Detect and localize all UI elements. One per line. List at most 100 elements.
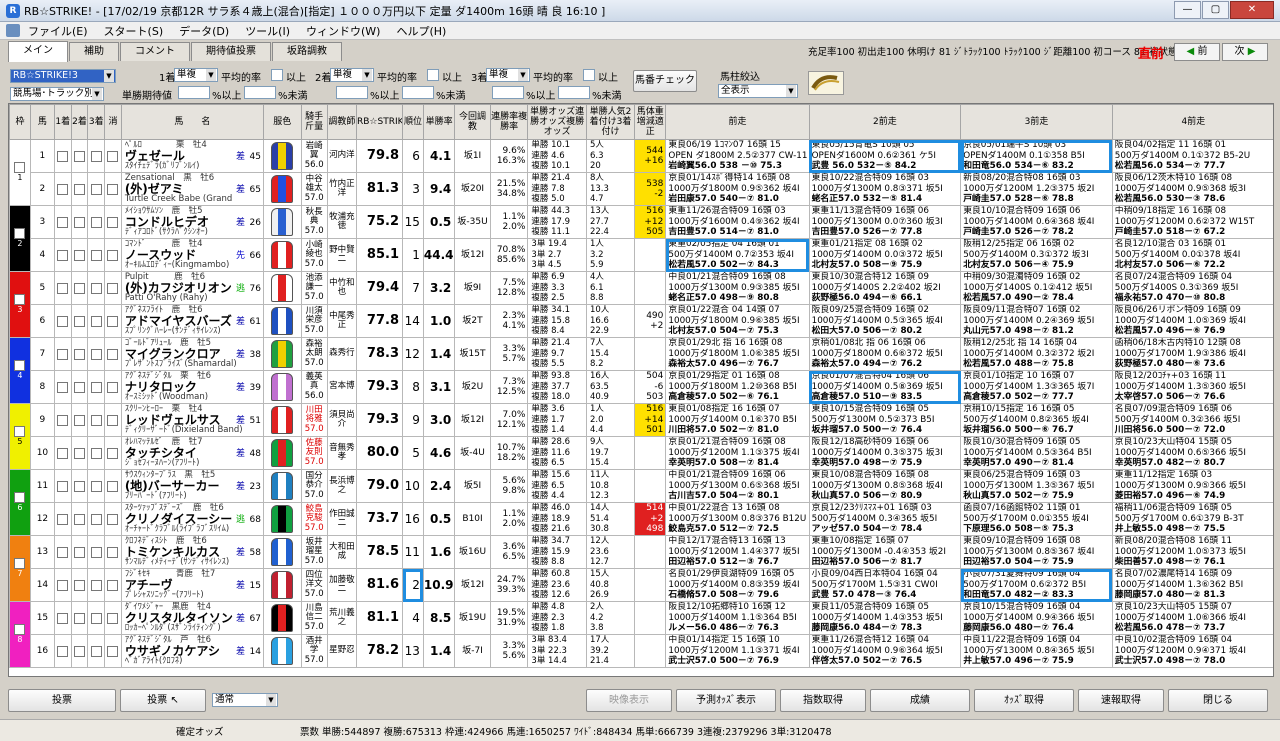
vote-arrow-button[interactable]: 投票 ↖ xyxy=(120,689,206,712)
table-row[interactable]: 6 ｱｸﾞﾈｽﾌﾗｲﾄ 鹿 牡6 アドマイヤスバーズ ｽﾌﾟﾘﾝｸﾞﾊｰﾚｰ(ｻﾝﾃﾞ… xyxy=(10,304,1273,338)
mark-3rd-checkbox[interactable] xyxy=(90,348,102,360)
erase-checkbox[interactable] xyxy=(107,414,119,426)
past-race-p2[interactable]: 東重10/08指定 16頭 07 1000万ダ1300M -0.4④353 坂2I… xyxy=(808,535,962,569)
mark-3rd-checkbox[interactable] xyxy=(90,513,102,525)
waku-checkbox[interactable] xyxy=(14,557,26,569)
odds-fetch-button[interactable]: ｵｯｽﾞ取得 xyxy=(974,689,1074,712)
past-race-p3[interactable]: 新良08/20混合特08 16頭 03 1000万ダ1200M 1.2③375 坂… xyxy=(960,172,1113,206)
menu-file[interactable]: ファイル(E) xyxy=(20,23,96,39)
table-row[interactable]: 7 13 ｸﾛﾌﾈﾃﾞｨｽｼﾄ 鹿 牡6 トミケンキルカス ｻﾝﾏﾙﾃﾞｨﾒﾃｨｰﾃﾞ(… xyxy=(9,535,1273,602)
horse-name-cell[interactable]: Pulpit 鹿 牡6 (外)カフジオリオン Patti O'Rahy (Rahy)… xyxy=(120,271,264,305)
mark-2nd-checkbox[interactable] xyxy=(74,216,86,228)
table-row[interactable]: 6 11 ｻｳｽｳｨﾝﾀｰﾌﾞﾗｽ 黒 牡5 (地)バーサーカー ﾌﾘｰﾊﾞｰﾄﾞ(ｱﾌ… xyxy=(9,469,1273,536)
past-race-p3[interactable]: 阪良09/11混合特07 16頭 02 1000万ダ1400M 0.2④369 坂… xyxy=(960,304,1113,338)
tab-sub[interactable]: 補助 xyxy=(69,42,119,61)
mark-1st-checkbox[interactable] xyxy=(57,513,69,525)
col-rider[interactable]: 騎手斤量 xyxy=(300,104,328,140)
mark-3rd-checkbox[interactable] xyxy=(90,282,102,294)
erase-checkbox[interactable] xyxy=(107,216,119,228)
past-race-p4[interactable]: 阪良06/12茨木特10 16頭 08 1000万ダ1400M 0.9⑤368 坂… xyxy=(1111,172,1273,206)
past-race-p1[interactable]: 中良12/17混合特13 16頭 13 1000万ダ1200M 1.4④377 坂… xyxy=(665,535,810,569)
waku-cell[interactable]: 8 xyxy=(9,601,31,668)
past-race-p1[interactable]: 京良01/14ｽﾎﾞ得特14 16頭 08 1000万ダ1800M 0.9⑤362… xyxy=(665,172,810,206)
col-trainer[interactable]: 調教師 xyxy=(326,104,358,140)
erase-checkbox[interactable] xyxy=(107,381,119,393)
mark-1st-checkbox[interactable] xyxy=(57,546,69,558)
horse-name-cell[interactable]: ｻｳｽｳｨﾝﾀｰﾌﾞﾗｽ 黒 牡5 (地)バーサーカー ﾌﾘｰﾊﾞｰﾄﾞ(ｱﾌﾘｰﾄ… xyxy=(120,469,264,503)
erase-checkbox[interactable] xyxy=(107,513,119,525)
past-race-p3[interactable]: 東良06/25混合特09 16頭 03 1000万ダ1300M 1.3⑤367 坂… xyxy=(960,469,1113,503)
mark-2nd-checkbox[interactable] xyxy=(74,348,86,360)
mark-3rd-checkbox[interactable] xyxy=(90,645,102,657)
mark-1st-checkbox[interactable] xyxy=(57,150,69,162)
waku-checkbox[interactable] xyxy=(14,293,26,305)
results-button[interactable]: 成績 xyxy=(870,689,970,712)
past-race-p3[interactable]: 中良11/22混合特09 16頭 04 1000万ダ1300M 0.8④365 坂… xyxy=(960,634,1113,668)
col-past2[interactable]: 2前走 xyxy=(808,104,962,140)
past-race-p1[interactable]: 中良01/22混合 13 16頭 08 1000万ダ1300M 0.8③376 B… xyxy=(665,502,810,536)
past-race-p1[interactable]: 京良01/22混合 04 14頭 07 1000万ダ1800M 0.9⑥385 坂… xyxy=(665,304,810,338)
table-row[interactable]: 10 ｵﾚﾊﾏｯﾃﾙｾﾞ 鹿 牡7 タッチシタイ ｼﾞｮｾﾌｨｰﾇﾊｰﾝ(ｱﾌﾘｰﾄ)… xyxy=(10,436,1273,470)
menu-app-icon[interactable] xyxy=(6,24,20,37)
past-race-p1[interactable]: 東良01/08指定 16 16頭 07 1000万ダ1400M 0.1⑥370 B… xyxy=(665,403,810,437)
table-row[interactable]: 3 5 Pulpit 鹿 牡6 (外)カフジオリオン Patti O'Rahy (Rah… xyxy=(9,271,1273,338)
mark-2nd-checkbox[interactable] xyxy=(74,150,86,162)
table-row[interactable]: 2 3 ﾒｲｼｮｳｻﾑｿﾝ 鹿 牡5 コンドルヒデオ ﾃﾞｨｱｺﾛﾄﾞ(ｻｸﾗﾊﾞｸｼﾝ… xyxy=(9,205,1273,272)
horse-name-cell[interactable]: ｱｸﾞﾈｽﾃﾞｼﾞﾀﾙ 芦 牡6 ウサギノカケアシ ﾍﾞｶﾞｱﾗｲﾄ(ｸﾛﾌﾈ) 差 1… xyxy=(120,634,264,668)
mark-3rd-checkbox[interactable] xyxy=(90,249,102,261)
mark-3rd-checkbox[interactable] xyxy=(90,381,102,393)
filter-select[interactable]: 全表示 xyxy=(718,84,798,98)
mark-1st-checkbox[interactable] xyxy=(57,612,69,624)
past-race-p2[interactable]: 東良10/22混合特09 16頭 03 1000万ダ1300M 0.8③371 坂… xyxy=(808,172,962,206)
mark-3rd-checkbox[interactable] xyxy=(90,546,102,558)
horse-name-cell[interactable]: ｱｸﾞﾈｽﾌﾗｲﾄ 鹿 牡6 アドマイヤスバーズ ｽﾌﾟﾘﾝｸﾞﾊｰﾚｰ(ｻﾝﾃﾞｨ… xyxy=(120,304,264,338)
col-weight[interactable]: 馬体重増減適正 xyxy=(634,104,667,140)
expect-min-input[interactable] xyxy=(178,86,210,99)
col-2nd[interactable]: 2着 xyxy=(70,104,89,140)
mark-3rd-checkbox[interactable] xyxy=(90,480,102,492)
erase-checkbox[interactable] xyxy=(107,348,119,360)
mark-3rd-checkbox[interactable] xyxy=(90,183,102,195)
past-race-p4[interactable]: 京良10/23大山特05 15頭 07 1000万ダ1400M 1.0⑥366 坂… xyxy=(1111,601,1273,635)
col-waku[interactable]: 枠 xyxy=(9,104,31,140)
col-order[interactable]: 順位 xyxy=(402,104,424,140)
waku-cell[interactable]: 7 xyxy=(9,535,31,602)
past-race-p3[interactable]: 阪良10/30混合特09 16頭 05 1000万ダ1400M 0.5③364 B… xyxy=(960,436,1113,470)
waku-cell[interactable]: 5 xyxy=(9,403,31,470)
mark-1st-checkbox[interactable] xyxy=(57,480,69,492)
past-race-p4[interactable]: 東重11/12指定 16頭 03 1000万ダ1300M 0.9⑤366 坂5I 菱… xyxy=(1111,469,1273,503)
past-race-p1[interactable]: 東良06/19 1ｺﾏﾝ07 16頭 15 OPEN ダ1800M 2.5②377… xyxy=(665,139,810,173)
past-race-p1[interactable]: 中良01/21混合特09 16頭 08 1000万ダ1300M 0.9③385 坂… xyxy=(665,271,810,305)
avg2-checkbox[interactable] xyxy=(427,69,439,81)
waku-checkbox[interactable] xyxy=(14,359,26,371)
past-race-p3[interactable]: 京良10/15混合特09 16頭 04 1000万ダ1400M 0.9④366 坂… xyxy=(960,601,1113,635)
mark-2nd-checkbox[interactable] xyxy=(74,315,86,327)
mark-1st-checkbox[interactable] xyxy=(57,249,69,261)
past-race-p2[interactable]: 東良10/08混合特09 16頭 08 1000万ダ1300M 0.8⑤368 坂… xyxy=(808,469,962,503)
mark-2nd-checkbox[interactable] xyxy=(74,645,86,657)
col-erase[interactable]: 消 xyxy=(104,104,122,140)
mark-3rd-checkbox[interactable] xyxy=(90,150,102,162)
menu-start[interactable]: スタート(S) xyxy=(96,23,172,39)
horse-name-cell[interactable]: ｽﾀｰﾂｧｯﾌﾟｽﾃﾞｰｽﾞ 鹿 牡6 クリノダイスーシー ｵｰﾁｬｰﾄﾞｸﾗﾌﾞﾙ… xyxy=(120,502,264,536)
bet1-select[interactable]: 単複 xyxy=(174,68,218,82)
table-row[interactable]: 1 1 ﾍﾟﾙﾛ 栗 牡4 ヴェゼール ｽﾀｲﾁｪﾃﾞﾗ(ｶﾞﾘﾌﾞﾝﾙｲ) 差 45 岩崎翼… xyxy=(9,139,1273,206)
horse-name-cell[interactable]: ﾒｲｼｮｳｻﾑｿﾝ 鹿 牡5 コンドルヒデオ ﾃﾞｨｱｺﾛﾄﾞ(ｻｸﾗﾊﾞｸｼﾝｵｰ… xyxy=(120,205,264,239)
past-race-p1[interactable]: 東重11/26混合特09 16頭 03 1000万ダ1600M 0.4⑨362 坂… xyxy=(665,205,810,239)
past-race-p4[interactable]: 中稍09/18指定 16 16頭 08 1000万ダ1200M 0.6②372 W… xyxy=(1111,205,1273,239)
col-uma[interactable]: 馬 xyxy=(29,104,55,140)
table-row[interactable]: 2 Zensational 黒 牡6 (外)ゼアミ Turtle Creek Babe… xyxy=(10,172,1273,206)
past-race-p4[interactable]: 中良10/02混合特09 16頭 04 1000万ダ1200M 0.9④371 坂… xyxy=(1111,634,1273,668)
col-silk[interactable]: 服色 xyxy=(262,104,302,140)
past-race-p2[interactable]: 阪良09/25混合特09 16頭 02 1000万ダ1400M 0.5③365 坂… xyxy=(808,304,962,338)
past-race-p3[interactable]: 京良05/01端午S 10頭 03 OPENダ1400M 0.1①358 B5I 和… xyxy=(960,139,1113,173)
past-race-p3[interactable]: 阪稍12/25指定 06 16頭 02 500万ダ1400M 0.3①372 坂3… xyxy=(960,238,1113,272)
mark-3rd-checkbox[interactable] xyxy=(90,447,102,459)
predict-odds-button[interactable]: 予測ｵｯｽﾞ表示 xyxy=(676,689,776,712)
mode-select[interactable]: RB☆STRIKE!3 xyxy=(10,69,116,83)
past-race-p1[interactable]: 京良01/21混合特09 16頭 08 1000万ダ1200M 1.1③375 坂… xyxy=(665,436,810,470)
tab-slope-training[interactable]: 坂路調教 xyxy=(272,42,342,61)
col-1st[interactable]: 1着 xyxy=(53,104,72,140)
mark-3rd-checkbox[interactable] xyxy=(90,216,102,228)
mark-1st-checkbox[interactable] xyxy=(57,447,69,459)
